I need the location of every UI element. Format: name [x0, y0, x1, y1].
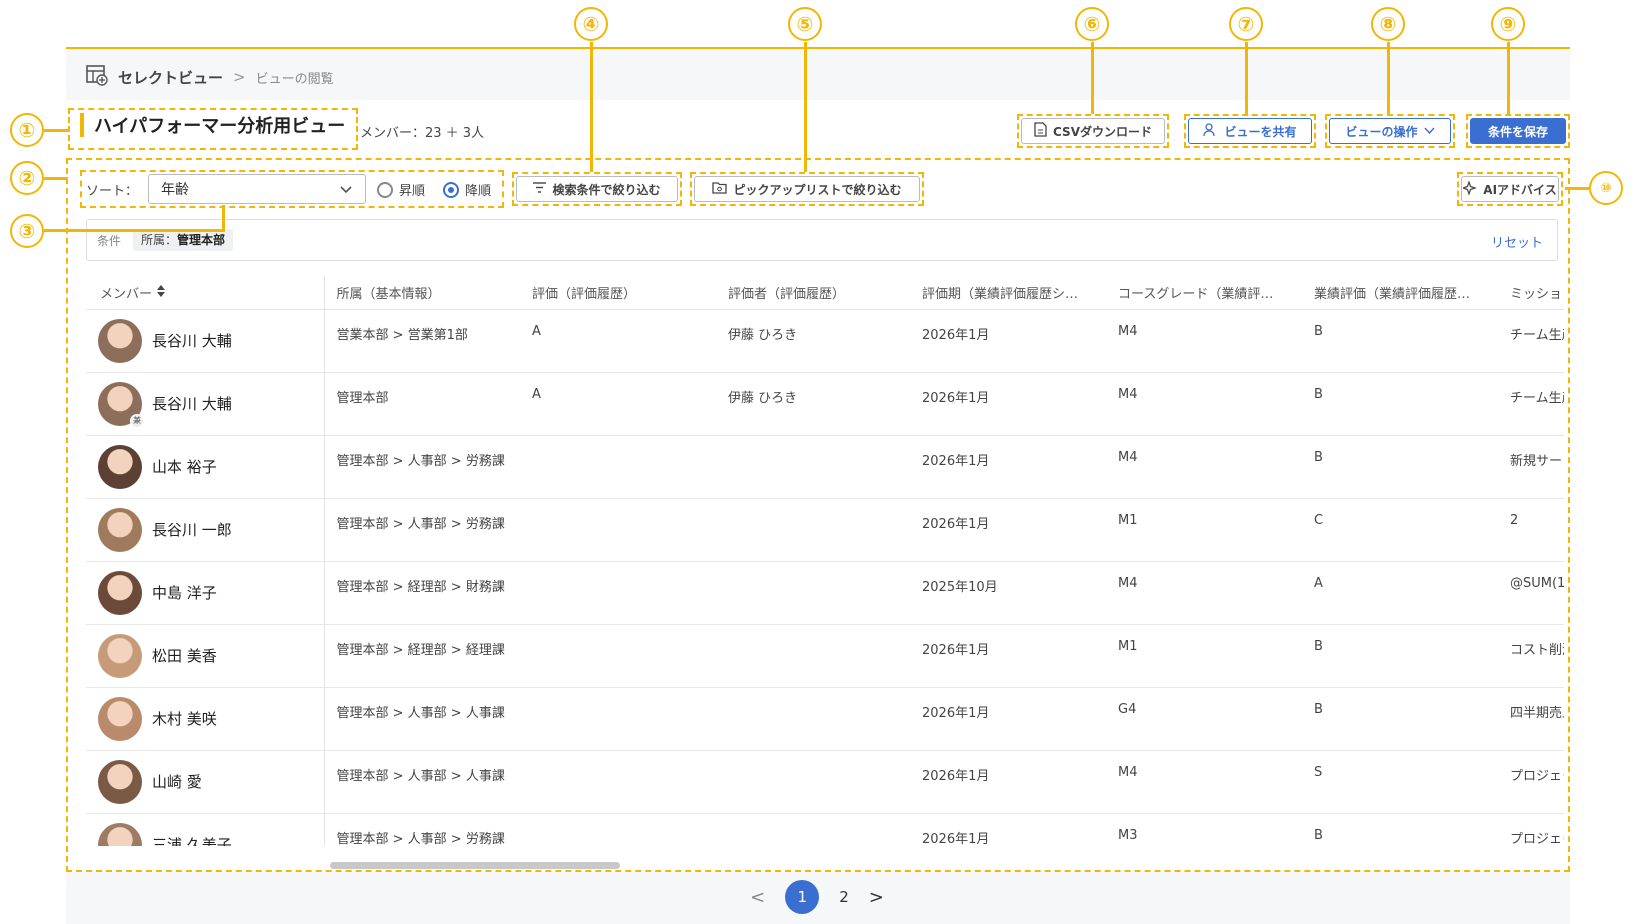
callout-box-save: [1466, 114, 1570, 148]
callout-box-ai: [1457, 172, 1563, 206]
breadcrumb-home[interactable]: セレクトビュー: [118, 67, 223, 88]
callout-4: ④: [574, 7, 608, 41]
callout-line-4: [590, 42, 593, 172]
callout-line-9: [1507, 42, 1510, 114]
callout-line-3b: [44, 229, 225, 232]
callout-7: ⑦: [1229, 7, 1263, 41]
callout-box-picklist: [690, 172, 924, 206]
page-1-button[interactable]: 1: [785, 880, 820, 914]
callout-2: ②: [10, 161, 44, 195]
callout-8: ⑧: [1371, 7, 1405, 41]
callout-line-5: [804, 42, 807, 172]
callout-line-3a: [222, 205, 225, 231]
callout-box-ops: [1325, 114, 1455, 148]
callout-line-8: [1387, 42, 1390, 114]
callout-line-7: [1245, 42, 1248, 114]
select-view-icon[interactable]: [86, 64, 108, 90]
prev-page-button[interactable]: <: [750, 887, 765, 908]
next-page-button[interactable]: >: [869, 887, 884, 908]
breadcrumb-current: ビューの閲覧: [255, 71, 334, 87]
callout-box-title: [68, 108, 358, 150]
callout-1: ①: [10, 113, 44, 147]
callout-9: ⑨: [1491, 7, 1525, 41]
callout-box-list: [66, 158, 1570, 872]
callout-box-search: [512, 172, 682, 206]
member-count: メンバー：23 ＋ 3人: [360, 126, 485, 141]
callout-box-share: [1184, 114, 1316, 148]
pagination: < 1 2 >: [0, 880, 1634, 914]
callout-box-sort: [80, 170, 504, 208]
callout-box-csv: [1017, 114, 1169, 148]
callout-line-2: [44, 177, 68, 180]
callout-line-1: [44, 129, 68, 132]
page-2-button[interactable]: 2: [839, 888, 849, 906]
breadcrumb-separator: >: [233, 68, 246, 86]
callout-line-6: [1091, 42, 1094, 114]
callout-3: ③: [10, 214, 44, 248]
callout-6: ⑥: [1075, 7, 1109, 41]
callout-line-10: [1565, 187, 1589, 190]
breadcrumb: セレクトビュー > ビューの閲覧: [86, 62, 334, 92]
callout-10: ⑩: [1589, 171, 1623, 205]
callout-5: ⑤: [788, 7, 822, 41]
